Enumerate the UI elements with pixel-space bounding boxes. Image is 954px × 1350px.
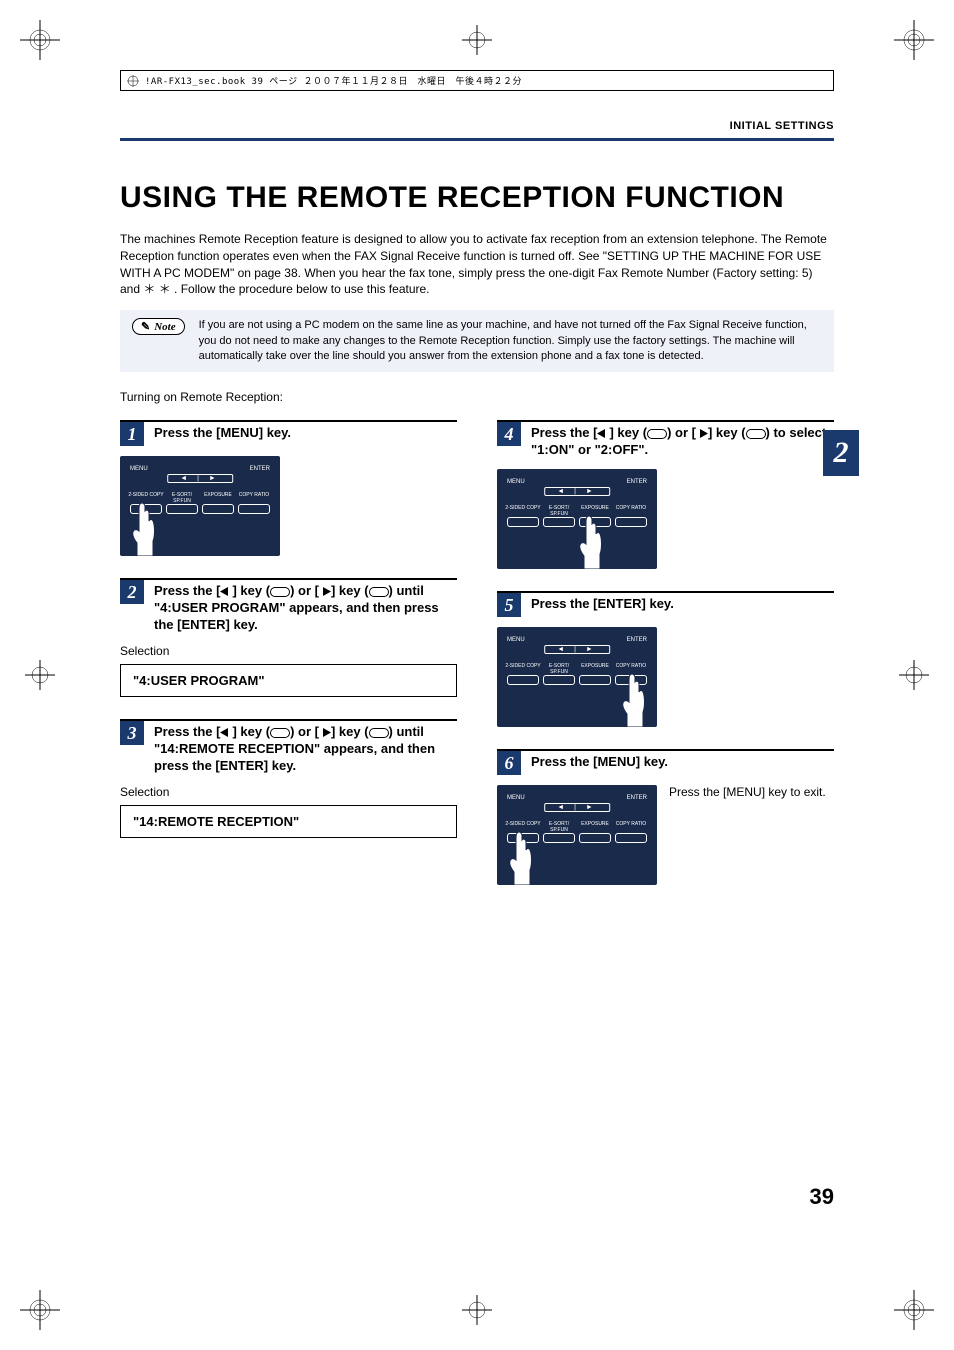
- step-3: 3 Press the [] key () or [] key () until…: [120, 719, 457, 838]
- step-1: 1 Press the [MENU] key. MENUENTER ◄ | ► …: [120, 420, 457, 556]
- source-meta: !AR-FX13_sec.book 39 ページ ２００７年１１月２８日 水曜日…: [120, 70, 834, 91]
- step-aux-text: Press the [MENU] key to exit.: [669, 785, 826, 801]
- oval-key-icon: [369, 728, 389, 738]
- oval-key-icon: [647, 429, 667, 439]
- source-line-text: !AR-FX13_sec.book 39 ページ ２００７年１１月２８日 水曜日…: [145, 74, 522, 87]
- left-arrow-icon: [220, 728, 232, 737]
- control-panel-illustration: MENUENTER ◄ | ► 2-SIDED COPYE-SORT/ SP.F…: [497, 785, 657, 885]
- step-number: 4: [497, 422, 521, 446]
- right-arrow-icon: [319, 587, 331, 596]
- step-title: Press the [ENTER] key.: [531, 593, 674, 613]
- control-panel-illustration: MENUENTER ◄ | ► 2-SIDED COPYE-SORT/ SP.F…: [497, 469, 657, 569]
- step-5: 5 Press the [ENTER] key. MENUENTER ◄ | ►…: [497, 591, 834, 727]
- step-number: 1: [120, 422, 144, 446]
- right-arrow-icon: [319, 728, 331, 737]
- step-number: 6: [497, 751, 521, 775]
- crop-mark-icon: [457, 1290, 497, 1330]
- hand-icon: [125, 501, 160, 556]
- left-arrow-icon: [220, 587, 232, 596]
- chapter-tab: 2: [823, 430, 859, 476]
- page-title: USING THE REMOTE RECEPTION FUNCTION: [120, 181, 834, 215]
- hand-icon: [615, 672, 650, 727]
- right-arrow-icon: [696, 429, 708, 438]
- crop-mark-icon: [894, 1290, 934, 1330]
- display-readout: "14:REMOTE RECEPTION": [120, 805, 457, 838]
- step-4: 4 Press the [] key () or [] key () to se…: [497, 420, 834, 569]
- oval-key-icon: [369, 587, 389, 597]
- hand-icon: [572, 514, 607, 569]
- step-number: 3: [120, 721, 144, 745]
- crop-mark-icon: [20, 20, 60, 60]
- section-label: Turning on Remote Reception:: [120, 390, 834, 404]
- crop-mark-icon: [894, 655, 934, 695]
- crop-mark-icon: [20, 655, 60, 695]
- crop-mark-icon: [20, 1290, 60, 1330]
- step-title: Press the [MENU] key.: [531, 751, 668, 771]
- selection-label: Selection: [120, 644, 457, 658]
- note-label: Note: [154, 321, 175, 333]
- step-title: Press the [] key () or [] key () until "…: [154, 580, 457, 634]
- step-title: Press the [] key () or [] key () to sele…: [531, 422, 834, 459]
- display-readout: "4:USER PROGRAM": [120, 664, 457, 697]
- selection-label: Selection: [120, 785, 457, 799]
- intro-paragraph: The machines Remote Reception feature is…: [120, 231, 834, 298]
- control-panel-illustration: MENUENTER ◄ | ► 2-SIDED COPYE-SORT/ SP.F…: [497, 627, 657, 727]
- note-box: ✎ Note If you are not using a PC modem o…: [120, 310, 834, 372]
- oval-key-icon: [270, 587, 290, 597]
- crop-mark-icon: [457, 20, 497, 60]
- step-6: 6 Press the [MENU] key. MENUENTER ◄ | ► …: [497, 749, 834, 885]
- step-2: 2 Press the [] key () or [] key () until…: [120, 578, 457, 697]
- crop-mark-icon: [894, 20, 934, 60]
- header-section: INITIAL SETTINGS: [120, 120, 834, 132]
- oval-key-icon: [270, 728, 290, 738]
- control-panel-illustration: MENUENTER ◄ | ► 2-SIDED COPYE-SORT/ SP.F…: [120, 456, 280, 556]
- hand-icon: [502, 830, 537, 885]
- header-rule: [120, 138, 834, 141]
- left-arrow-icon: [597, 429, 609, 438]
- step-number: 2: [120, 580, 144, 604]
- step-title: Press the [] key () or [] key () until "…: [154, 721, 457, 775]
- note-text: If you are not using a PC modem on the s…: [199, 318, 822, 364]
- target-icon: [127, 75, 139, 87]
- page-number: 39: [810, 1184, 834, 1210]
- step-number: 5: [497, 593, 521, 617]
- pencil-icon: ✎: [141, 320, 150, 333]
- oval-key-icon: [746, 429, 766, 439]
- note-badge: ✎ Note: [132, 318, 185, 335]
- step-title: Press the [MENU] key.: [154, 422, 291, 442]
